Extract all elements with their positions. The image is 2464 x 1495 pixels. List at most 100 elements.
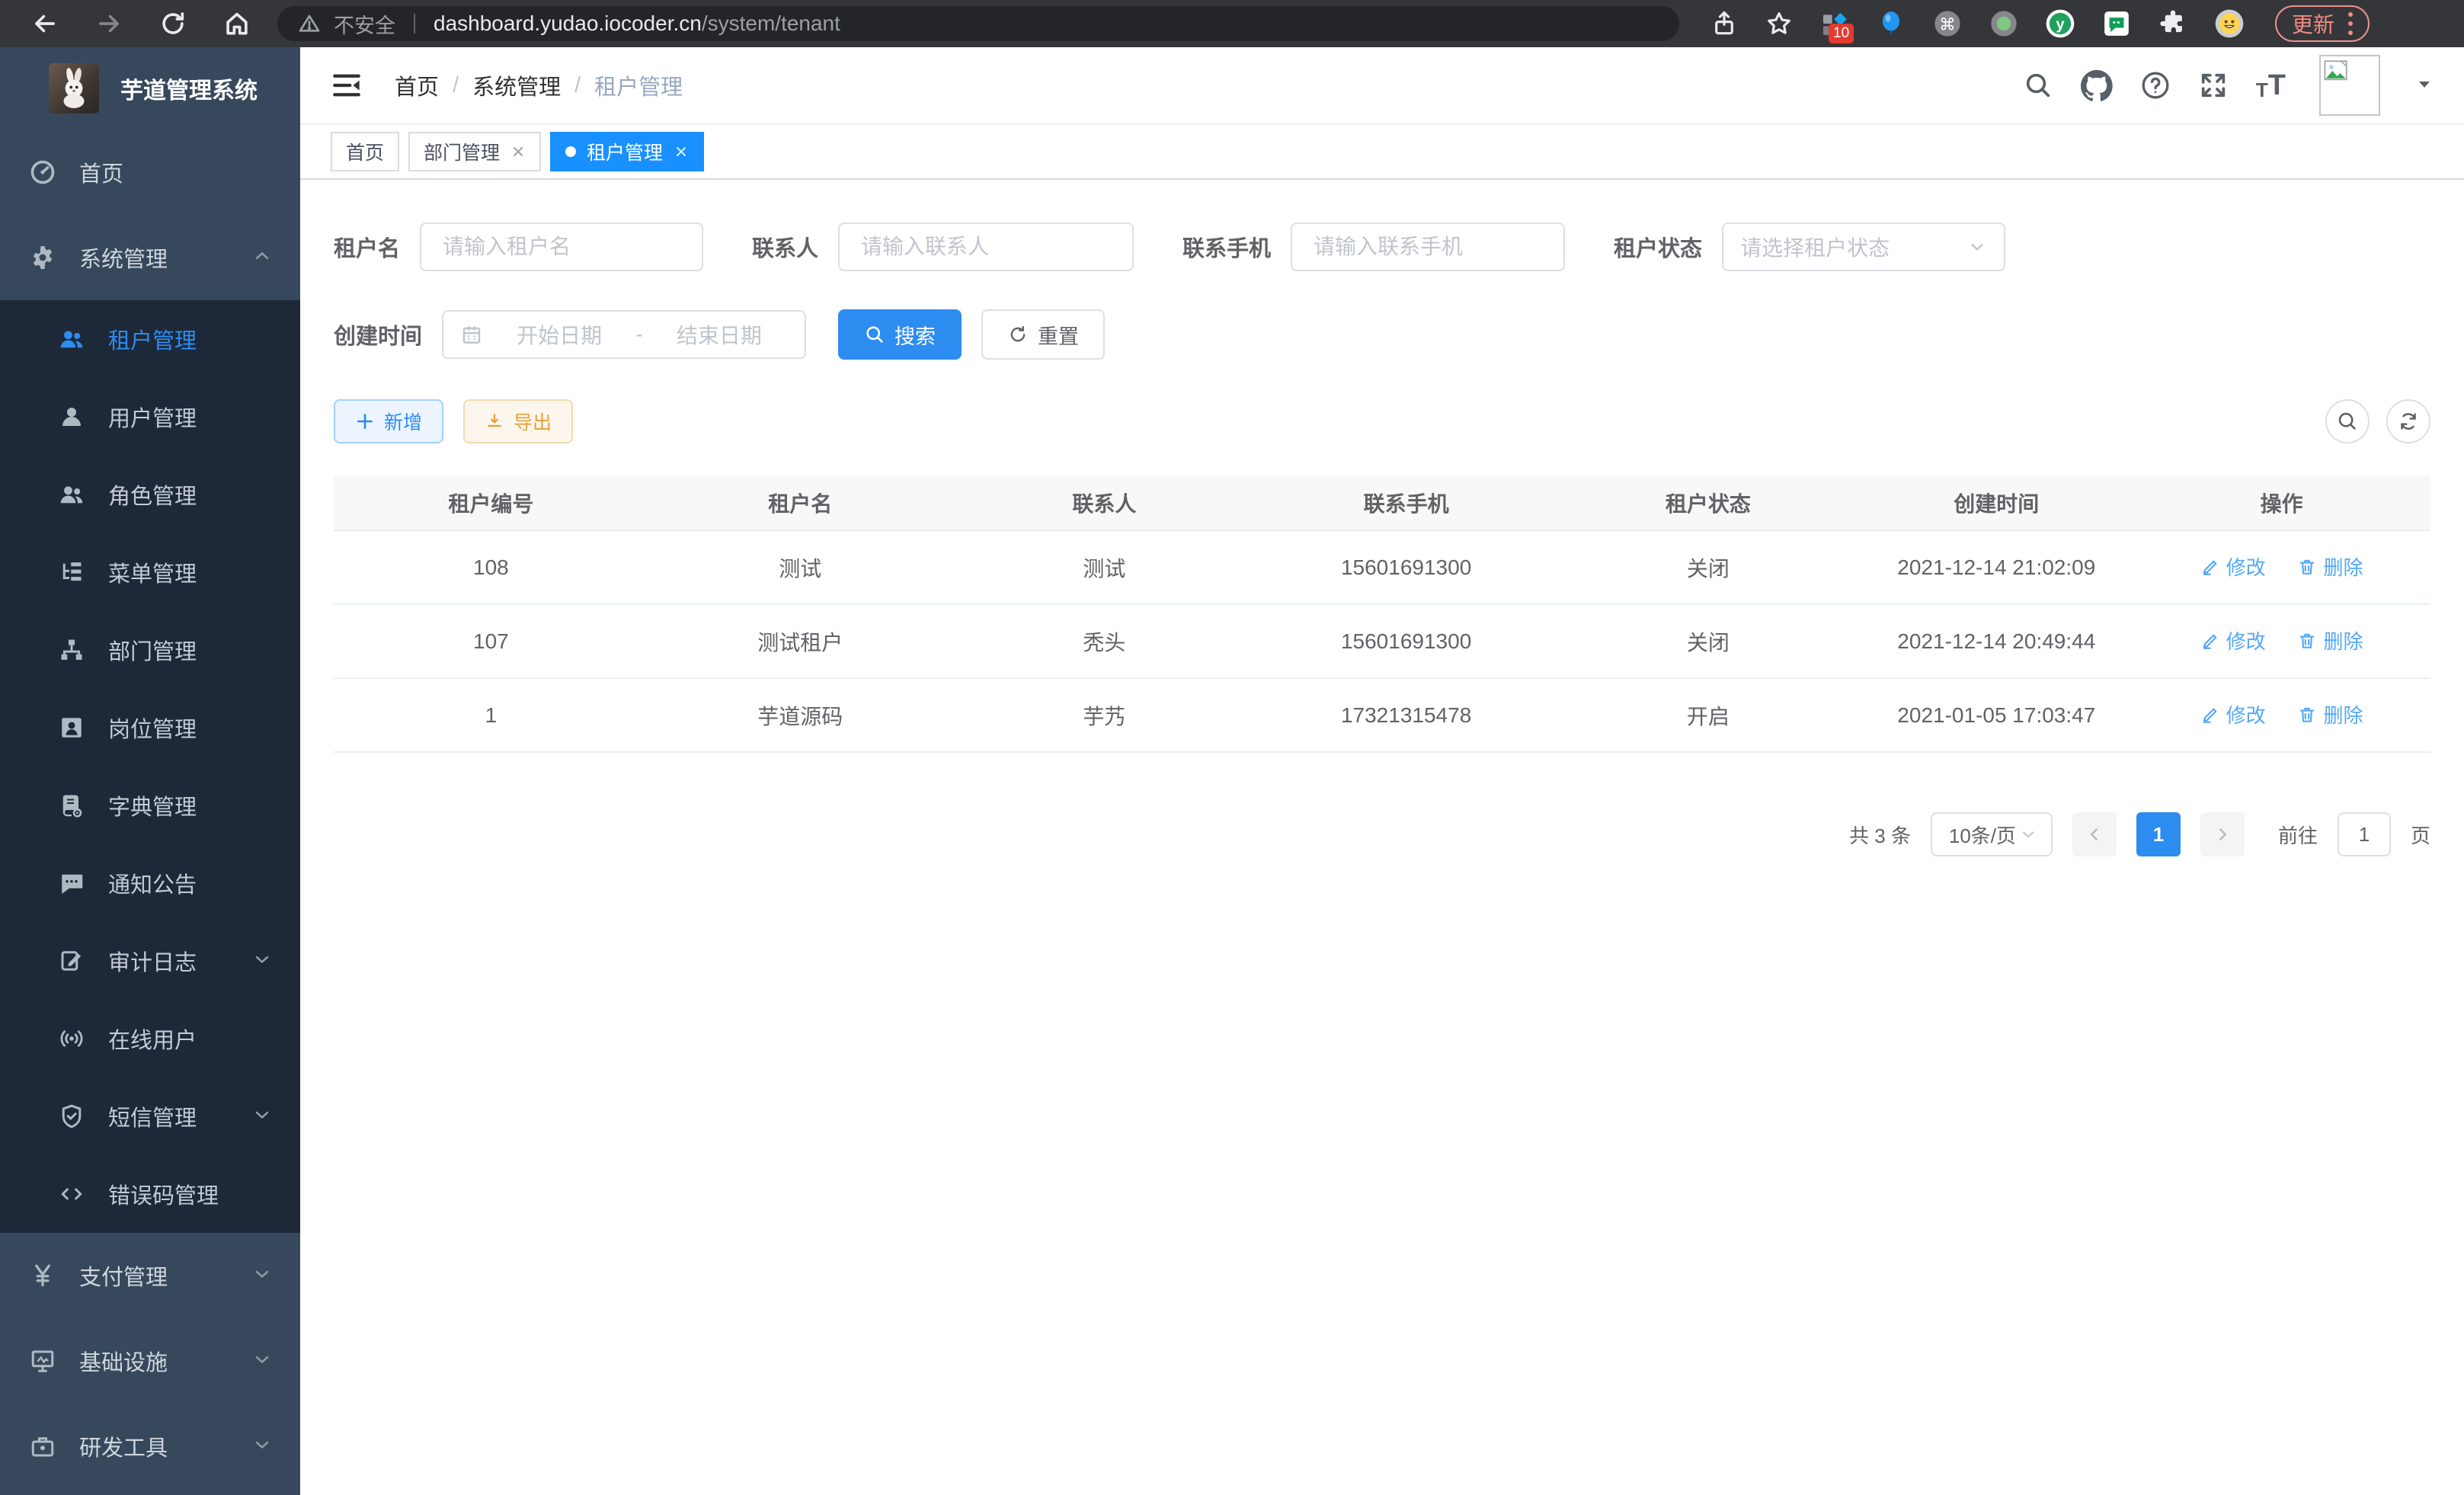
profile-avatar-icon[interactable] xyxy=(2214,8,2245,39)
col-created: 创建时间 xyxy=(1860,475,2133,530)
export-button[interactable]: 导出 xyxy=(463,399,573,443)
sidebar-item-menus[interactable]: 菜单管理 xyxy=(0,533,300,611)
table-row: 108 测试 测试 15601691300 关闭 2021-12-14 21:0… xyxy=(334,530,2430,604)
page-suffix: 页 xyxy=(2411,821,2430,849)
sidebar-item-depts[interactable]: 部门管理 xyxy=(0,611,300,689)
page-content: 租户名 联系人 联系手机 租户状态 请选择租户状态 xyxy=(300,180,2464,1495)
search-button[interactable]: 搜索 xyxy=(838,309,962,360)
next-page-button[interactable] xyxy=(2200,812,2245,856)
search-icon xyxy=(864,324,885,345)
extension-tag-assistant-icon[interactable]: 10 xyxy=(1819,8,1850,39)
url-bar[interactable]: 不安全 dashboard.yudao.iocoder.cn/system/te… xyxy=(277,6,1679,41)
online-users-icon xyxy=(56,1025,87,1052)
sidebar-item-posts[interactable]: 岗位管理 xyxy=(0,689,300,767)
browser-chrome: 不安全 dashboard.yudao.iocoder.cn/system/te… xyxy=(0,0,2464,47)
col-mobile: 联系手机 xyxy=(1256,475,1557,530)
date-range-picker[interactable]: 开始日期 - 结束日期 xyxy=(442,310,806,359)
close-icon[interactable] xyxy=(674,144,689,159)
extension-chat-icon[interactable] xyxy=(2101,8,2132,39)
delete-link[interactable]: 删除 xyxy=(2297,552,2363,581)
status-select[interactable]: 请选择租户状态 xyxy=(1722,222,2005,271)
sidebar-item-audit[interactable]: 审计日志 xyxy=(0,922,300,1000)
plus-icon xyxy=(355,411,375,431)
delete-link[interactable]: 删除 xyxy=(2297,700,2363,728)
sidebar-item-home[interactable]: 首页 xyxy=(0,130,300,215)
back-icon[interactable] xyxy=(30,9,59,38)
close-icon[interactable] xyxy=(510,144,526,159)
extension-command-icon[interactable]: ⌘ xyxy=(1932,8,1963,39)
tenant-table: 租户编号 租户名 联系人 联系手机 租户状态 创建时间 操作 108 测试 测试 xyxy=(334,475,2430,753)
sidebar-item-tenant[interactable]: 租户管理 xyxy=(0,300,300,378)
page-size-select[interactable]: 10条/页 xyxy=(1931,812,2053,856)
edit-pencil-icon xyxy=(2200,705,2220,725)
user-avatar[interactable] xyxy=(2319,55,2380,116)
tab-tenant[interactable]: 租户管理 xyxy=(550,132,704,171)
sidebar-item-notice[interactable]: 通知公告 xyxy=(0,844,300,922)
header-search-icon[interactable] xyxy=(2023,70,2053,101)
sidebar-item-system[interactable]: 系统管理 xyxy=(0,215,300,300)
app-logo: 芋道管理系统 xyxy=(0,47,300,130)
total-count: 共 3 条 xyxy=(1849,821,1911,849)
page-number-1[interactable]: 1 xyxy=(2136,812,2181,856)
sidebar-item-pay[interactable]: 支付管理 xyxy=(0,1233,300,1318)
status-text: 关闭 xyxy=(1556,604,1860,678)
sidebar-item-roles[interactable]: 角色管理 xyxy=(0,456,300,533)
tenants-icon xyxy=(56,325,87,353)
font-size-icon[interactable]: TT xyxy=(2256,71,2286,100)
refresh-icon xyxy=(1007,324,1029,345)
home-icon[interactable] xyxy=(222,9,251,38)
trash-icon xyxy=(2297,557,2317,577)
extension-y-icon[interactable]: y xyxy=(2045,8,2075,39)
edit-link[interactable]: 修改 xyxy=(2200,552,2266,581)
edit-link[interactable]: 修改 xyxy=(2200,700,2266,728)
help-icon[interactable] xyxy=(2140,70,2171,101)
bookmark-star-icon[interactable] xyxy=(1765,9,1794,38)
sidebar-item-devtools[interactable]: 研发工具 xyxy=(0,1404,300,1489)
roles-icon xyxy=(56,481,87,508)
share-icon[interactable] xyxy=(1710,9,1739,38)
start-date-placeholder: 开始日期 xyxy=(491,319,628,350)
sidebar-item-online[interactable]: 在线用户 xyxy=(0,1000,300,1077)
forward-icon[interactable] xyxy=(94,9,123,38)
fullscreen-icon[interactable] xyxy=(2198,70,2229,101)
refresh-table-icon[interactable] xyxy=(2386,399,2430,443)
extension-recorder-icon[interactable] xyxy=(1989,8,2019,39)
avatar-caret-icon[interactable] xyxy=(2415,75,2434,97)
github-icon[interactable] xyxy=(2081,69,2113,101)
contact-input[interactable] xyxy=(838,222,1134,271)
sidebar-item-sms[interactable]: 短信管理 xyxy=(0,1077,300,1155)
status-label: 租户状态 xyxy=(1614,231,1702,263)
prev-page-button[interactable] xyxy=(2072,812,2117,856)
browser-menu-icon[interactable] xyxy=(2348,12,2353,35)
sidebar-collapse-icon[interactable] xyxy=(331,69,363,101)
badge-icon xyxy=(56,714,87,741)
reload-icon[interactable] xyxy=(158,9,187,38)
edit-pencil-icon xyxy=(2200,557,2220,577)
trash-icon xyxy=(2297,705,2317,725)
sidebar-item-errorcode[interactable]: 错误码管理 xyxy=(0,1155,300,1233)
tenant-name-input[interactable] xyxy=(420,222,703,271)
tab-dept[interactable]: 部门管理 xyxy=(408,132,541,171)
extension-balloon-icon[interactable] xyxy=(1876,8,1906,39)
edit-link[interactable]: 修改 xyxy=(2200,626,2266,655)
browser-update-button[interactable]: 更新 xyxy=(2275,5,2370,42)
delete-link[interactable]: 删除 xyxy=(2297,626,2363,655)
trash-icon xyxy=(2297,631,2317,651)
sidebar-item-users[interactable]: 用户管理 xyxy=(0,378,300,456)
breadcrumb-system[interactable]: 系统管理 xyxy=(472,69,561,101)
shield-check-icon xyxy=(56,1103,87,1130)
mobile-input[interactable] xyxy=(1291,222,1565,271)
chevron-down-icon xyxy=(251,1349,273,1374)
add-button[interactable]: 新增 xyxy=(334,399,443,443)
sidebar-item-infra[interactable]: 基础设施 xyxy=(0,1318,300,1404)
extensions-puzzle-icon[interactable] xyxy=(2158,8,2188,39)
calendar-icon xyxy=(460,323,483,346)
goto-page-input[interactable] xyxy=(2338,812,2391,856)
sidebar-item-dict[interactable]: 字典管理 xyxy=(0,767,300,844)
reset-button[interactable]: 重置 xyxy=(981,309,1105,360)
chevron-down-icon xyxy=(251,949,273,974)
breadcrumb-home[interactable]: 首页 xyxy=(395,69,439,101)
tab-home[interactable]: 首页 xyxy=(331,132,399,171)
toggle-search-icon[interactable] xyxy=(2325,399,2370,443)
status-text: 关闭 xyxy=(1556,530,1860,604)
